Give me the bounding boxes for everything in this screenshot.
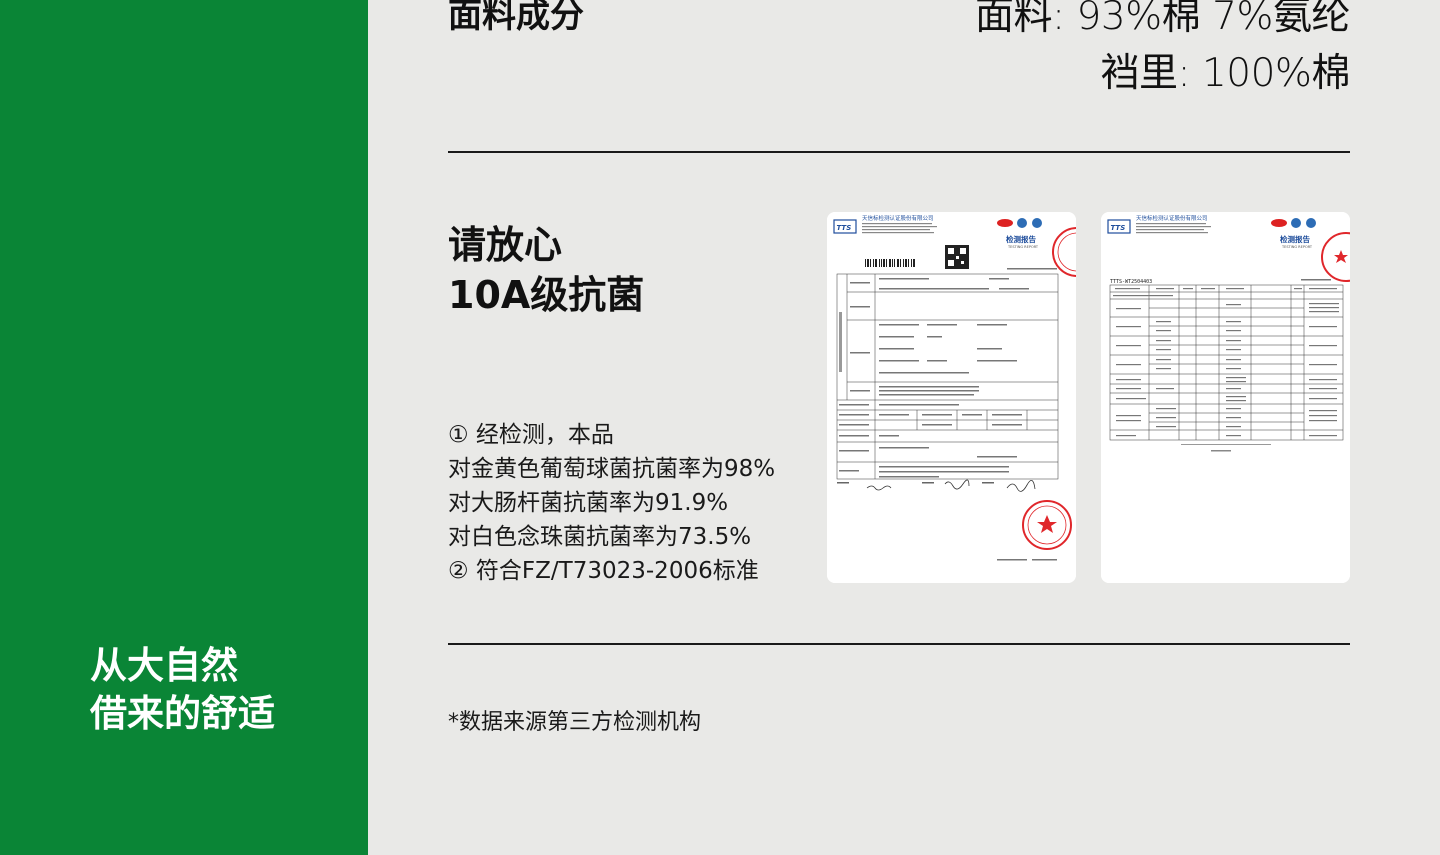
fabric-crotch-value: 裆里: 100%棉 (1100, 51, 1350, 96)
sidebar-tagline: 从大自然 借来的舒适 (90, 642, 275, 738)
report-subtitle: TESTING REPORT (1007, 245, 1039, 249)
test-report-image-2: TTS 天信标检测认证股份有限公司 检测报告 TESTING REPORT TT… (1101, 212, 1350, 583)
green-sidebar: 从大自然 借来的舒适 (0, 0, 368, 855)
desc-line: 对金黄色葡萄球菌抗菌率为98% (448, 456, 776, 482)
report-company: 天信标检测认证股份有限公司 (862, 214, 934, 222)
report-subtitle: TESTING REPORT (1281, 245, 1313, 249)
report-company: 天信标检测认证股份有限公司 (1136, 214, 1208, 222)
fabric-composition-values: 面料: 93%棉 7%氨纶 裆里: 100%棉 (975, 0, 1351, 102)
ilac-mark-icon (1271, 219, 1287, 227)
ilac-mark-icon (997, 219, 1013, 227)
report-title: 检测报告 (1280, 234, 1310, 244)
cnas-mark-icon (1032, 218, 1042, 228)
desc-line: ① 经检测，本品 (448, 422, 614, 448)
report-number: TTTS-WT2504403 (1110, 279, 1152, 285)
antibacterial-heading: 请放心 10A级抗菌 (448, 220, 644, 320)
fabric-composition-label: 面料成分 (448, 0, 584, 36)
svg-text:TTS: TTS (837, 224, 852, 232)
cma-mark-icon (1291, 218, 1301, 228)
test-report-image-1: TTS 天信标检测认证股份有限公司 检测报告 TESTING REPORT (827, 212, 1076, 583)
desc-line: 对大肠杆菌抗菌率为91.9% (448, 490, 729, 516)
data-source-footnote: *数据来源第三方检测机构 (448, 710, 702, 735)
fabric-main-value: 面料: 93%棉 7%氨纶 (975, 0, 1351, 39)
report-title: 检测报告 (1006, 234, 1036, 244)
tagline-line-1: 从大自然 (90, 644, 238, 687)
tagline-line-2: 借来的舒适 (90, 692, 275, 735)
heading-line-1: 请放心 (448, 223, 563, 267)
section-divider-bottom (448, 643, 1350, 645)
section-divider-top (448, 151, 1350, 153)
desc-line: ② 符合FZ/T73023-2006标准 (448, 558, 759, 584)
svg-text:TTS: TTS (1111, 224, 1126, 232)
antibacterial-description: ① 经检测，本品 对金黄色葡萄球菌抗菌率为98% 对大肠杆菌抗菌率为91.9% … (448, 418, 775, 588)
cnas-mark-icon (1306, 218, 1316, 228)
desc-line: 对白色念珠菌抗菌率为73.5% (448, 524, 752, 550)
cma-mark-icon (1017, 218, 1027, 228)
heading-line-2: 10A级抗菌 (448, 273, 645, 317)
main-content: 面料成分 面料: 93%棉 7%氨纶 裆里: 100%棉 请放心 10A级抗菌 … (448, 0, 1351, 855)
